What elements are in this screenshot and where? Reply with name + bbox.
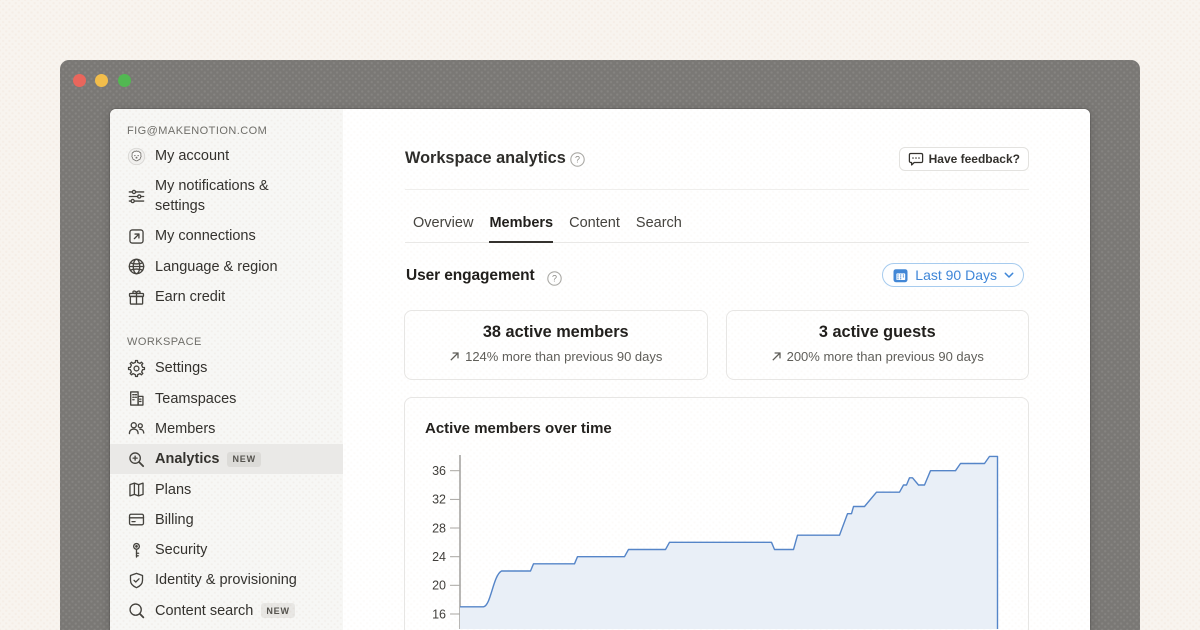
- svg-text:32: 32: [432, 493, 446, 507]
- svg-text:24: 24: [432, 550, 446, 564]
- svg-text:?: ?: [575, 155, 580, 165]
- svg-text:16: 16: [432, 607, 446, 621]
- svg-text:28: 28: [432, 521, 446, 535]
- svg-text:36: 36: [432, 464, 446, 478]
- svg-text:20: 20: [432, 579, 446, 593]
- svg-text:?: ?: [552, 274, 557, 284]
